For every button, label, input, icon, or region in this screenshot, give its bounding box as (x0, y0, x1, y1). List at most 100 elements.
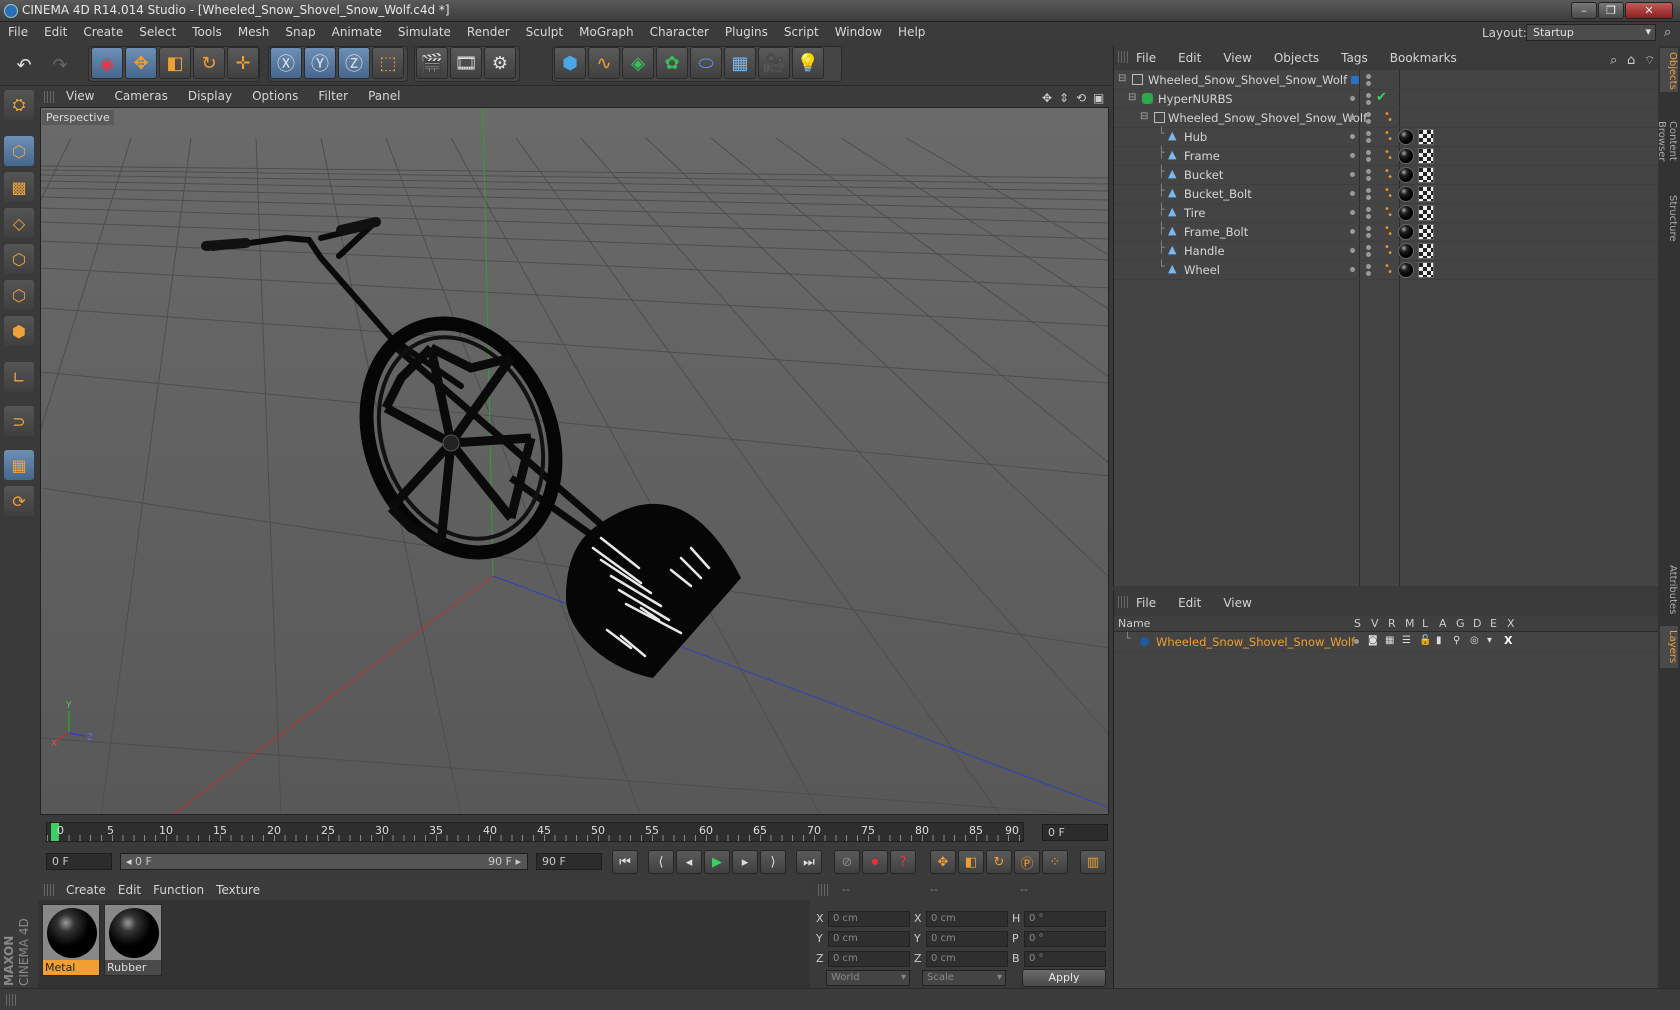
rotation-p-field[interactable]: 0 ° (1024, 931, 1106, 947)
play-icon[interactable]: ▶ (704, 850, 730, 874)
material-tag-icon[interactable] (1398, 262, 1414, 278)
object-row[interactable]: ├ ▲ Bucket_Bolt • • (1114, 184, 1659, 204)
edges-mode-icon[interactable]: ⬡ (4, 280, 34, 310)
render-visibility-dot[interactable] (1366, 271, 1371, 276)
phong-tag-icon[interactable]: • • (1384, 129, 1394, 145)
apply-button[interactable]: Apply (1022, 969, 1106, 987)
menu-help[interactable]: Help (890, 22, 933, 39)
points-mode-icon[interactable]: ⬡ (4, 244, 34, 274)
enabled-check-icon[interactable]: ✔ (1376, 90, 1387, 105)
column-expressions[interactable]: E (1490, 617, 1497, 630)
material-metal[interactable]: Metal (42, 904, 100, 976)
viewport-menu-cameras[interactable]: Cameras (114, 86, 167, 103)
render-visibility-dot[interactable] (1366, 195, 1371, 200)
timeline-window-icon[interactable]: ▥ (1080, 850, 1106, 874)
objects-menu-objects[interactable]: Objects (1274, 46, 1319, 65)
coordinate-system-icon[interactable]: ⬚ (372, 47, 404, 79)
toggle-view-icon[interactable]: ▣ (1093, 88, 1104, 105)
collapse-icon[interactable]: ⊟ (1118, 73, 1126, 84)
editor-visibility-dot[interactable] (1366, 150, 1371, 155)
object-row[interactable]: └ ▲ Wheel • • (1114, 260, 1659, 280)
editor-visibility-dot[interactable] (1366, 188, 1371, 193)
next-frame-icon[interactable]: ▸ (732, 850, 758, 874)
editor-visibility-dot[interactable] (1350, 153, 1355, 158)
editor-visibility-dot[interactable] (1366, 264, 1371, 269)
render-view-icon[interactable]: 🎬 (416, 47, 448, 79)
phong-tag-icon[interactable]: • • (1384, 167, 1394, 183)
material-rubber[interactable]: Rubber (104, 904, 162, 976)
size-x-field[interactable]: 0 cm (926, 911, 1008, 927)
material-tag-icon[interactable] (1398, 224, 1414, 240)
layers-menu-edit[interactable]: Edit (1178, 590, 1201, 610)
menu-select[interactable]: Select (131, 22, 184, 39)
material-tag-icon[interactable] (1398, 205, 1414, 221)
column-deformers[interactable]: D (1473, 617, 1481, 630)
cloner-icon[interactable]: ✿ (656, 47, 688, 79)
move-icon[interactable]: ✥ (125, 47, 157, 79)
search-icon[interactable]: ⌕ (1610, 48, 1617, 68)
previous-key-icon[interactable]: ⟨ (648, 850, 674, 874)
previous-frame-icon[interactable]: ◂ (676, 850, 702, 874)
material-menu-create[interactable]: Create (66, 880, 106, 897)
editor-visibility-dot[interactable] (1366, 207, 1371, 212)
menu-animate[interactable]: Animate (324, 22, 390, 39)
render-visibility-dot[interactable] (1366, 100, 1371, 105)
objects-menu-edit[interactable]: Edit (1178, 46, 1201, 65)
menu-character[interactable]: Character (642, 22, 717, 39)
material-tag-icon[interactable] (1398, 186, 1414, 202)
spline-pen-icon[interactable]: ∿ (588, 47, 620, 79)
texture-tag-icon[interactable] (1418, 243, 1434, 259)
layer-row[interactable]: └ Wheeled_Snow_Shovel_Snow_Wolf ◙ ▦ ☰ 🔓 … (1114, 632, 1659, 652)
timeline-track[interactable]: 0 5 10 15 20 25 30 35 40 45 50 55 60 65 … (46, 822, 1024, 842)
dolly-view-icon[interactable]: ⇕ (1059, 88, 1069, 105)
workplane-lock-icon[interactable]: ▦ (4, 450, 34, 480)
tab-layers[interactable]: Layers (1660, 626, 1678, 668)
phong-tag-icon[interactable]: • • (1384, 205, 1394, 221)
render-icon[interactable]: ▦ (1385, 635, 1394, 646)
objects-menu-bookmarks[interactable]: Bookmarks (1390, 46, 1457, 65)
texture-tag-icon[interactable] (1418, 167, 1434, 183)
layers-menu-view[interactable]: View (1223, 590, 1251, 610)
column-locked[interactable]: L (1422, 617, 1428, 630)
scale-icon[interactable]: ◧ (159, 47, 191, 79)
editor-visibility-dot[interactable] (1350, 134, 1355, 139)
menu-script[interactable]: Script (776, 22, 827, 39)
texture-mode-icon[interactable]: ▩ (4, 172, 34, 202)
rotate-icon[interactable]: ↻ (193, 47, 225, 79)
position-y-field[interactable]: 0 cm (828, 931, 910, 947)
lock-icon[interactable]: 🔓 (1419, 635, 1431, 646)
menu-edit[interactable]: Edit (36, 22, 75, 39)
tab-attributes[interactable]: Attributes (1660, 560, 1678, 620)
autokeying-icon[interactable]: ⏺ (862, 850, 888, 874)
model-mode-icon[interactable]: ⬡ (4, 136, 34, 166)
floor-icon[interactable]: ▦ (724, 47, 756, 79)
column-render[interactable]: R (1388, 617, 1396, 630)
x-axis-lock-icon[interactable]: Ⓧ (270, 47, 302, 79)
render-visibility-dot[interactable] (1366, 157, 1371, 162)
menu-render[interactable]: Render (459, 22, 518, 39)
material-menu-function[interactable]: Function (153, 880, 204, 897)
current-frame-field[interactable]: 0 F (1042, 824, 1108, 841)
editor-visibility-dot[interactable] (1366, 169, 1371, 174)
timeline-ruler[interactable]: 0 5 10 15 20 25 30 35 40 45 50 55 60 65 … (38, 818, 1111, 846)
rotate-view-icon[interactable]: ⟲ (1076, 88, 1086, 105)
cube-icon[interactable]: ⬢ (554, 47, 586, 79)
render-visibility-dot[interactable] (1366, 176, 1371, 181)
render-visibility-dot[interactable] (1366, 214, 1371, 219)
size-z-field[interactable]: 0 cm (926, 951, 1008, 967)
objects-menu-file[interactable]: File (1136, 46, 1156, 65)
menu-mesh[interactable]: Mesh (230, 22, 278, 39)
live-selection-icon[interactable]: ◉ (91, 47, 123, 79)
column-generators[interactable]: G (1456, 617, 1465, 630)
editor-visibility-dot[interactable] (1366, 226, 1371, 231)
bookmark-icon[interactable]: ⌔ (1644, 48, 1655, 68)
animation-icon[interactable]: ▮ (1436, 635, 1442, 646)
object-row[interactable]: ├ ▲ Tire • • (1114, 203, 1659, 223)
go-to-start-icon[interactable]: ⏮ (612, 850, 638, 874)
workplane-mode-icon[interactable]: ◇ (4, 208, 34, 238)
tab-content-browser[interactable]: Content Browser (1656, 96, 1678, 186)
3d-viewport[interactable]: Y X Z (40, 107, 1109, 815)
material-tag-icon[interactable] (1398, 167, 1414, 183)
object-row[interactable]: ⊟ Wheeled_Snow_Shovel_Snow_Wolf • • (1114, 108, 1659, 128)
material-menu-texture[interactable]: Texture (216, 880, 260, 897)
